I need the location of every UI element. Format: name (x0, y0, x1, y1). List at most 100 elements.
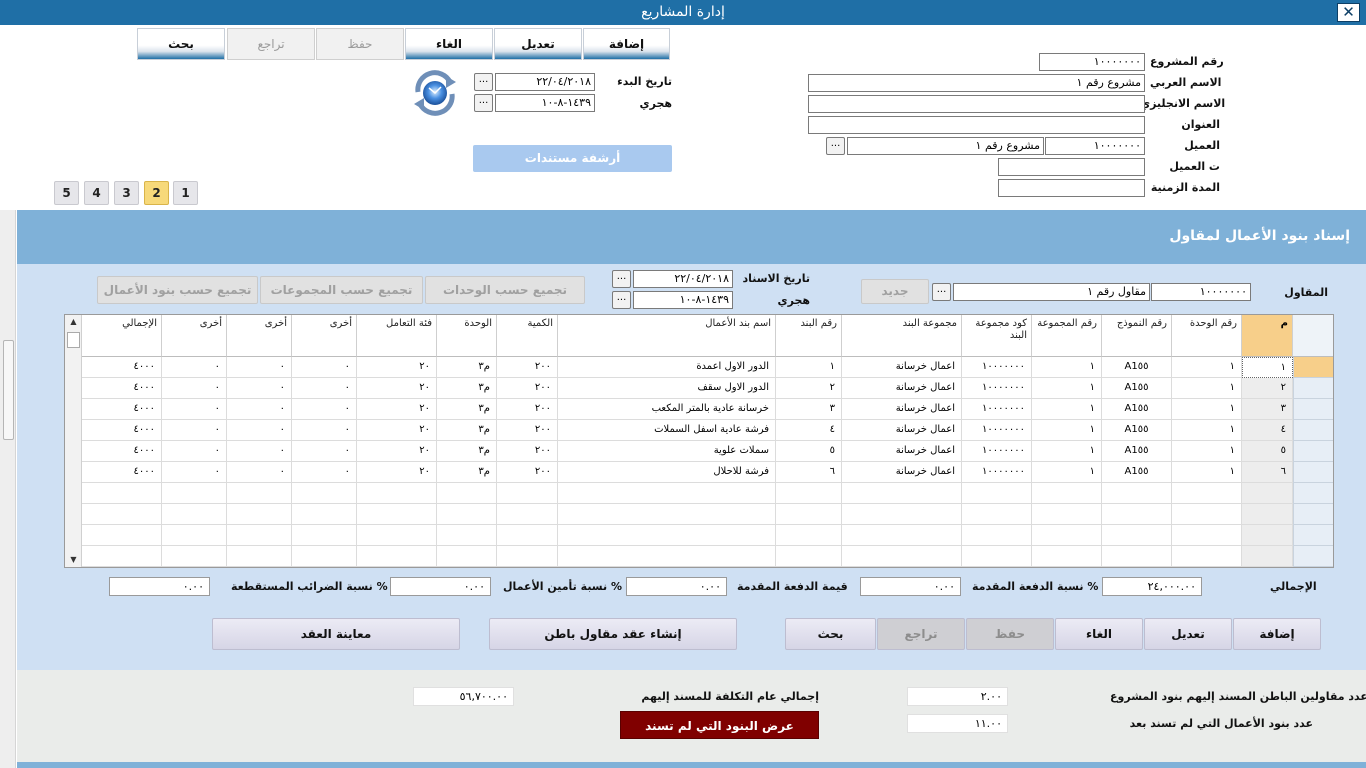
column-header-item-group[interactable]: مجموعة البند (842, 315, 962, 357)
cell-unit[interactable]: م٣ (437, 357, 497, 378)
cell-other-1[interactable]: ٠ (292, 378, 357, 399)
cell-rate-class[interactable] (357, 525, 437, 546)
cell-work-item-name[interactable] (558, 546, 776, 567)
scroll-up-icon[interactable]: ▲ (65, 315, 82, 329)
cell-work-item-name[interactable]: سملات علوية (558, 441, 776, 462)
show-unassigned-items-button[interactable]: عرض البنود التي لم تسند (620, 711, 819, 739)
cell-other-3[interactable]: ٠ (162, 420, 227, 441)
cell-row-number[interactable]: ٣ (1242, 399, 1293, 420)
cell-model-number[interactable]: A1٥٥ (1102, 420, 1172, 441)
advance-value-field[interactable]: ٠.٠٠ (626, 577, 727, 596)
cell-item-group[interactable] (842, 483, 962, 504)
column-header-total[interactable]: الإجمالي (82, 315, 162, 357)
cell-other-1[interactable] (292, 525, 357, 546)
column-header-work-item-name[interactable]: اسم بند الأعمال (558, 315, 776, 357)
column-header-rate-class[interactable]: فئة التعامل (357, 315, 437, 357)
group-by-groups-button[interactable]: تجميع حسب المجموعات (260, 276, 423, 304)
group-by-items-button[interactable]: تجميع حسب بنود الأعمال (97, 276, 258, 304)
cell-work-item-name[interactable]: الدور الاول اعمدة (558, 357, 776, 378)
cell-total[interactable] (82, 504, 162, 525)
cell-item-number[interactable]: ٦ (776, 462, 842, 483)
section-save-button[interactable]: حفظ (966, 618, 1054, 650)
cell-other-3[interactable] (162, 483, 227, 504)
english-name-field[interactable] (808, 95, 1145, 113)
column-header-item-number[interactable]: رقم البند (776, 315, 842, 357)
page-scrollbar[interactable] (0, 210, 16, 768)
cell-group-number[interactable]: ١ (1032, 378, 1102, 399)
cell-model-number[interactable]: A1٥٥ (1102, 441, 1172, 462)
cell-total[interactable] (82, 525, 162, 546)
cell-item-group-code[interactable] (962, 525, 1032, 546)
save-button[interactable]: حفظ (316, 28, 404, 60)
cell-rate-class[interactable]: ٢٠ (357, 441, 437, 462)
column-header-other-2[interactable]: أخرى (227, 315, 292, 357)
cell-work-item-name[interactable]: الدور الاول سقف (558, 378, 776, 399)
contractor-lookup-button[interactable]: ... (932, 283, 951, 301)
cell-item-group[interactable]: اعمال خرسانة (842, 357, 962, 378)
cell-group-number[interactable]: ١ (1032, 441, 1102, 462)
page-tab-3[interactable]: 3 (114, 181, 139, 205)
cell-quantity[interactable] (497, 483, 558, 504)
cell-item-number[interactable] (776, 504, 842, 525)
column-header-other-3[interactable]: أخرى (162, 315, 227, 357)
assign-hijri-date-field[interactable]: ١٤٣٩-٨-١٠ (633, 291, 733, 309)
column-header-row-number[interactable]: م (1242, 315, 1293, 357)
cell-other-2[interactable] (227, 504, 292, 525)
cell-rate-class[interactable]: ٢٠ (357, 420, 437, 441)
cell-unit-number[interactable] (1172, 546, 1242, 567)
cell-group-number[interactable]: ١ (1032, 399, 1102, 420)
cell-item-group-code[interactable]: ١٠٠٠٠٠٠٠ (962, 357, 1032, 378)
cell-other-3[interactable]: ٠ (162, 462, 227, 483)
cell-row-number[interactable]: ٥ (1242, 441, 1293, 462)
cell-unit[interactable]: م٣ (437, 420, 497, 441)
cell-item-group-code[interactable]: ١٠٠٠٠٠٠٠ (962, 420, 1032, 441)
hijri-date-field[interactable]: ١٤٣٩-٨-١٠ (495, 94, 595, 112)
cell-item-group-code[interactable] (962, 483, 1032, 504)
cell-quantity[interactable]: ٢٠٠ (497, 441, 558, 462)
cell-other-2[interactable]: ٠ (227, 462, 292, 483)
cell-other-3[interactable]: ٠ (162, 441, 227, 462)
insurance-field[interactable]: ٠.٠٠ (390, 577, 491, 596)
search-button[interactable]: بحث (137, 28, 225, 60)
cell-item-number[interactable]: ٣ (776, 399, 842, 420)
row-selector[interactable] (1293, 378, 1333, 399)
cell-rate-class[interactable] (357, 504, 437, 525)
cell-item-number[interactable] (776, 525, 842, 546)
assign-date-picker-button[interactable]: ... (612, 270, 631, 288)
client-code-field[interactable]: ١٠٠٠٠٠٠٠ (1045, 137, 1145, 155)
subcontractors-count-field[interactable]: ٢.٠٠ (907, 687, 1008, 706)
cell-quantity[interactable]: ٢٠٠ (497, 357, 558, 378)
cell-total[interactable] (82, 546, 162, 567)
client-name-field[interactable]: مشروع رقم ١ (847, 137, 1044, 155)
cell-unit[interactable]: م٣ (437, 441, 497, 462)
cell-quantity[interactable]: ٢٠٠ (497, 420, 558, 441)
cell-item-group-code[interactable]: ١٠٠٠٠٠٠٠ (962, 399, 1032, 420)
hijri-date-picker-button[interactable]: ... (474, 94, 493, 112)
cell-other-2[interactable] (227, 546, 292, 567)
arabic-name-field[interactable]: مشروع رقم ١ (808, 74, 1145, 92)
cell-item-group[interactable] (842, 525, 962, 546)
scroll-down-icon[interactable]: ▼ (65, 553, 82, 567)
column-header-other-1[interactable]: أخرى (292, 315, 357, 357)
cell-work-item-name[interactable]: خرسانة عادية بالمتر المكعب (558, 399, 776, 420)
cell-other-3[interactable]: ٠ (162, 378, 227, 399)
cell-item-group-code[interactable]: ١٠٠٠٠٠٠٠ (962, 462, 1032, 483)
column-header-quantity[interactable]: الكمية (497, 315, 558, 357)
cell-quantity[interactable] (497, 546, 558, 567)
grid-scrollbar-thumb[interactable] (67, 332, 80, 348)
address-field[interactable] (808, 116, 1145, 134)
cell-item-group[interactable]: اعمال خرسانة (842, 378, 962, 399)
cell-work-item-name[interactable] (558, 504, 776, 525)
row-selector[interactable] (1293, 504, 1333, 525)
cell-row-number[interactable] (1242, 546, 1293, 567)
cell-item-group[interactable] (842, 546, 962, 567)
cell-quantity[interactable] (497, 504, 558, 525)
duration-field[interactable] (998, 179, 1145, 197)
row-selector[interactable] (1293, 357, 1333, 378)
sync-icon[interactable] (410, 70, 460, 116)
page-tab-1[interactable]: 1 (173, 181, 198, 205)
cell-item-group-code[interactable]: ١٠٠٠٠٠٠٠ (962, 441, 1032, 462)
cell-unit-number[interactable] (1172, 525, 1242, 546)
cell-other-1[interactable]: ٠ (292, 441, 357, 462)
cell-unit-number[interactable]: ١ (1172, 441, 1242, 462)
